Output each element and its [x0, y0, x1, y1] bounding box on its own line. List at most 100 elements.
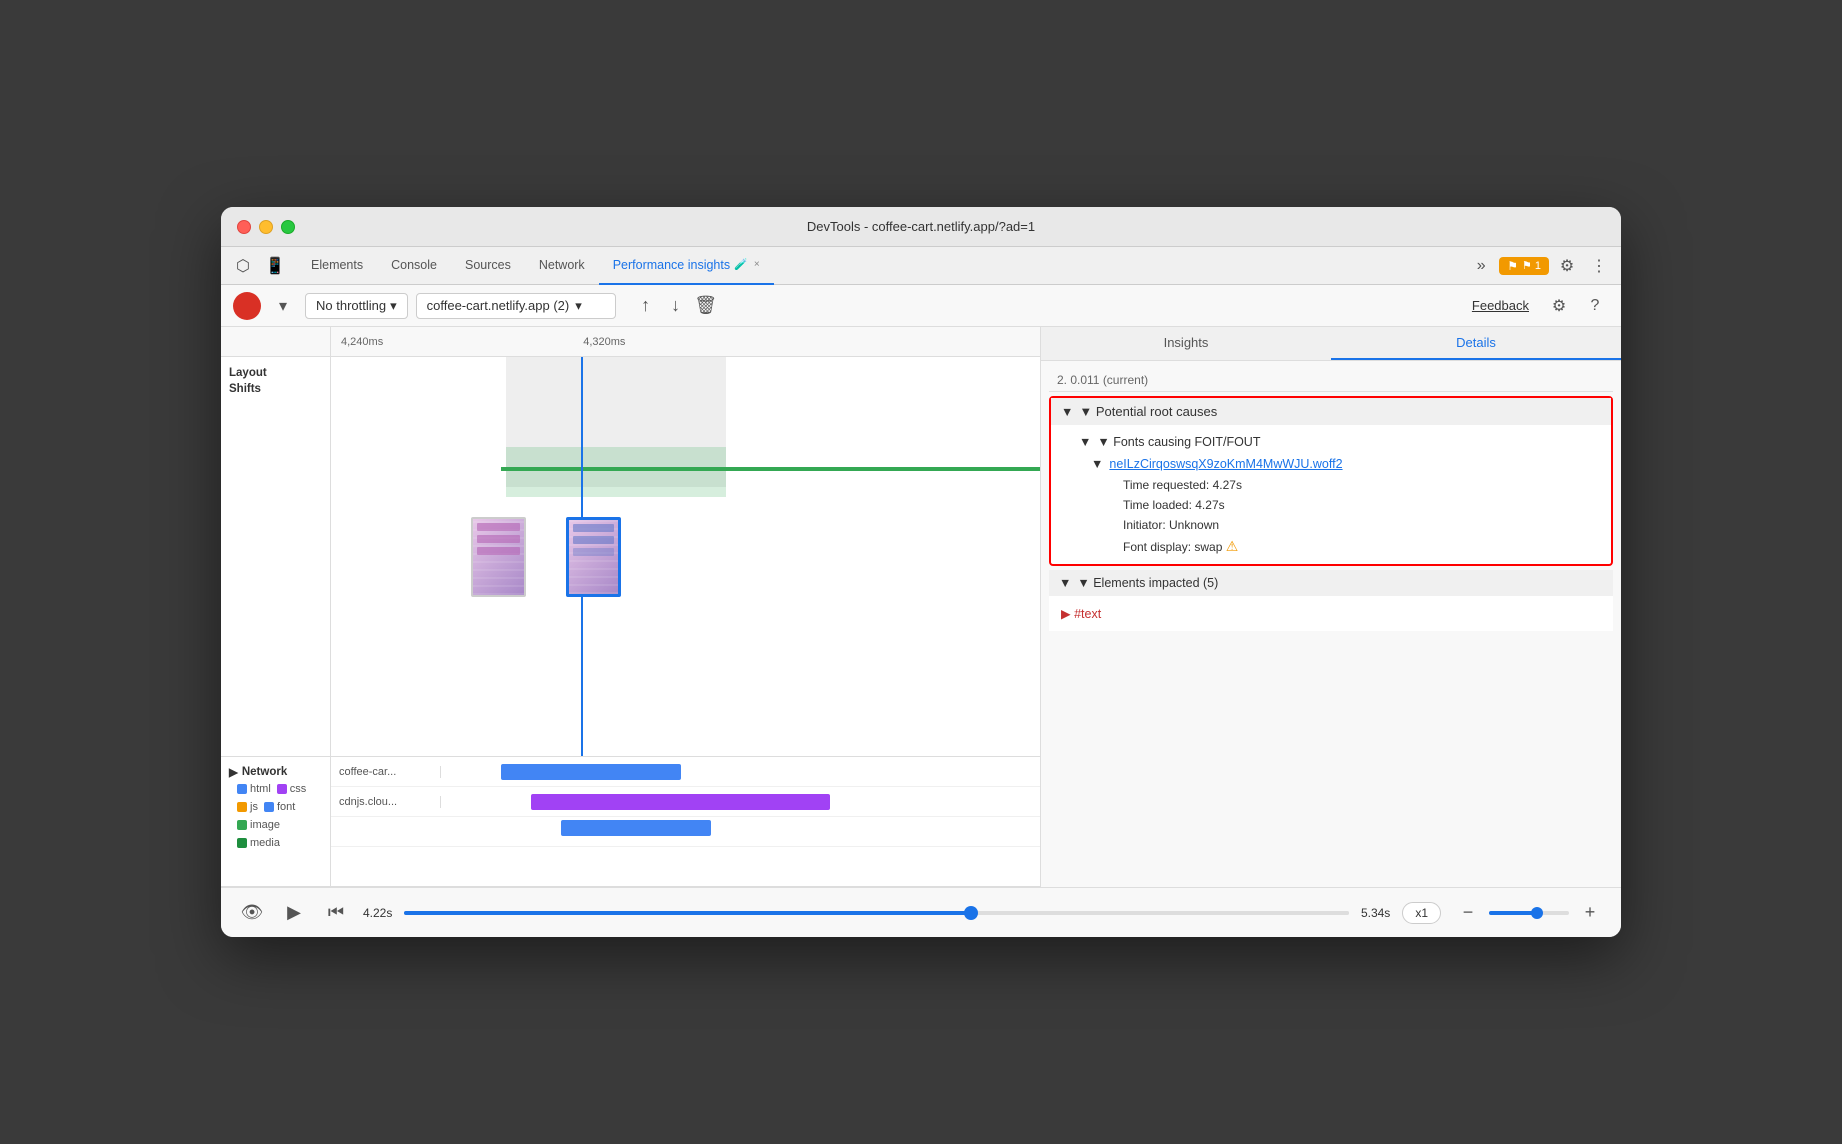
zoom-slider[interactable] [1489, 911, 1569, 915]
root-causes-header[interactable]: ▼ ▼ Potential root causes [1051, 398, 1611, 425]
elements-body: ▶ #text [1049, 596, 1613, 631]
time-loaded-row: Time loaded: 4.27s [1091, 495, 1599, 515]
traffic-lights [237, 220, 295, 234]
maximize-button[interactable] [281, 220, 295, 234]
play-button[interactable]: ▶ [279, 898, 309, 928]
throttling-dropdown[interactable]: No throttling ▾ [305, 293, 408, 319]
end-time: 5.34s [1361, 906, 1390, 920]
timeline-marks: 4,240ms 4,320ms [331, 336, 1040, 348]
legend-css: css [277, 783, 307, 795]
font-expand-icon: ▼ [1091, 457, 1103, 471]
minimize-button[interactable] [259, 220, 273, 234]
elements-impacted-section: ▼ ▼ Elements impacted (5) ▶ #text [1049, 570, 1613, 631]
legend-image: image [237, 819, 280, 831]
scrubber-fill [404, 911, 971, 915]
network-row-label-2: cdnjs.clou... [331, 796, 441, 808]
version-text: 2. 0.011 (current) [1049, 369, 1613, 392]
notification-badge[interactable]: ⚑ ⚑ 1 [1499, 257, 1549, 275]
cursor-icon[interactable]: ⬡ [229, 252, 257, 280]
thumbnail-inner-1 [473, 519, 524, 595]
tab-details[interactable]: Details [1331, 327, 1621, 360]
zoom-in-button[interactable]: + [1575, 898, 1605, 928]
initiator-row: Initiator: Unknown [1091, 515, 1599, 535]
font-details: ▼ neILzCirqoswsqX9zoKmM4MwWJU.woff2 Time… [1063, 453, 1599, 558]
hash-text[interactable]: ▶ #text [1061, 606, 1101, 621]
thumb-row-4 [573, 524, 614, 532]
network-row-2[interactable]: cdnjs.clou... [331, 787, 1040, 817]
network-label-header[interactable]: ▶ Network [229, 765, 322, 779]
network-bar-area-3 [441, 817, 1040, 846]
network-rows: coffee-car... cdnjs.clou... [331, 757, 1040, 886]
fonts-expand-icon: ▼ [1079, 435, 1091, 449]
frame-thumbnail-1[interactable] [471, 517, 526, 597]
screenshot-icon[interactable]: 👁 [237, 898, 267, 928]
network-row-label-1: coffee-car... [331, 766, 441, 778]
tab-sources[interactable]: Sources [451, 247, 525, 285]
timeline-mark-2: 4,320ms [583, 336, 625, 348]
devtools-tab-bar: ⬡ 📱 Elements Console Sources Network Per… [221, 247, 1621, 285]
thumb-row-5 [573, 536, 614, 544]
thumb-row-3 [477, 547, 520, 555]
network-section: ▶ Network html css [221, 757, 1040, 887]
dropdown-arrow-record[interactable]: ▾ [269, 292, 297, 320]
layout-shifts-section: Layout Shifts [221, 357, 1040, 757]
delete-icon[interactable]: 🗑 [692, 292, 720, 320]
root-causes-expand-icon: ▼ [1061, 405, 1073, 419]
tab-console[interactable]: Console [377, 247, 451, 285]
frame-thumbnail-2[interactable] [566, 517, 621, 597]
tab-elements[interactable]: Elements [297, 247, 377, 285]
tab-list: Elements Console Sources Network Perform… [297, 247, 1467, 285]
feedback-link[interactable]: Feedback [1472, 298, 1529, 313]
start-time: 4.22s [363, 906, 392, 920]
upload-icon[interactable]: ↑ [632, 292, 660, 320]
speed-badge[interactable]: x1 [1402, 902, 1441, 924]
record-button[interactable] [233, 292, 261, 320]
settings-icon[interactable]: ⚙ [1553, 252, 1581, 280]
network-row-1[interactable]: coffee-car... [331, 757, 1040, 787]
layout-shifts-content [331, 357, 1040, 756]
font-display-row: Font display: swap ⚠ [1091, 535, 1599, 558]
settings-gear-icon[interactable]: ⚙ [1545, 292, 1573, 320]
download-icon[interactable]: ↓ [662, 292, 690, 320]
network-row-3[interactable] [331, 817, 1040, 847]
js-label: js [250, 801, 258, 813]
throttling-label: No throttling [316, 298, 386, 313]
root-causes-title: ▼ Potential root causes [1079, 404, 1217, 419]
scrubber-track [404, 911, 1349, 915]
network-bar-area-2 [441, 787, 1040, 816]
url-dropdown[interactable]: coffee-cart.netlify.app (2) ▾ [416, 293, 616, 319]
potential-root-causes-section: ▼ ▼ Potential root causes ▼ ▼ Fonts caus… [1049, 396, 1613, 566]
more-tabs-button[interactable]: » [1467, 252, 1495, 280]
font-link[interactable]: neILzCirqoswsqX9zoKmM4MwWJU.woff2 [1109, 457, 1342, 471]
zoom-out-button[interactable]: − [1453, 898, 1483, 928]
elements-header[interactable]: ▼ ▼ Elements impacted (5) [1049, 570, 1613, 596]
window-title: DevTools - coffee-cart.netlify.app/?ad=1 [807, 219, 1035, 234]
thumb-row-1 [477, 523, 520, 531]
bottom-bar: 👁 ▶ ⏮ 4.22s 5.34s x1 − + [221, 887, 1621, 937]
legend-media: media [237, 837, 280, 849]
help-icon[interactable]: ? [1581, 292, 1609, 320]
titlebar: DevTools - coffee-cart.netlify.app/?ad=1 [221, 207, 1621, 247]
image-dot [237, 820, 247, 830]
right-content: 2. 0.011 (current) ▼ ▼ Potential root ca… [1041, 361, 1621, 887]
performance-toolbar: ▾ No throttling ▾ coffee-cart.netlify.ap… [221, 285, 1621, 327]
font-label: font [277, 801, 295, 813]
timeline-scrubber[interactable] [404, 911, 1349, 915]
fonts-foit-row[interactable]: ▼ ▼ Fonts causing FOIT/FOUT [1063, 431, 1599, 453]
network-bar-3 [561, 820, 711, 836]
tab-network[interactable]: Network [525, 247, 599, 285]
elements-header-title: ▼ Elements impacted (5) [1077, 576, 1218, 590]
timeline-content: Layout Shifts [221, 357, 1040, 887]
more-options-icon[interactable]: ⋮ [1585, 252, 1613, 280]
thumbnail-area [471, 517, 621, 597]
skip-to-start-button[interactable]: ⏮ [321, 898, 351, 928]
url-dropdown-arrow-icon: ▾ [575, 298, 582, 314]
tab-performance-insights[interactable]: Performance insights 🧪 × [599, 247, 774, 285]
hash-text-row[interactable]: ▶ #text [1061, 602, 1601, 625]
tab-close-icon[interactable]: × [754, 259, 760, 270]
close-button[interactable] [237, 220, 251, 234]
tab-insights[interactable]: Insights [1041, 327, 1331, 360]
zoom-thumb[interactable] [1531, 907, 1543, 919]
device-icon[interactable]: 📱 [261, 252, 289, 280]
scrubber-thumb[interactable] [964, 906, 978, 920]
